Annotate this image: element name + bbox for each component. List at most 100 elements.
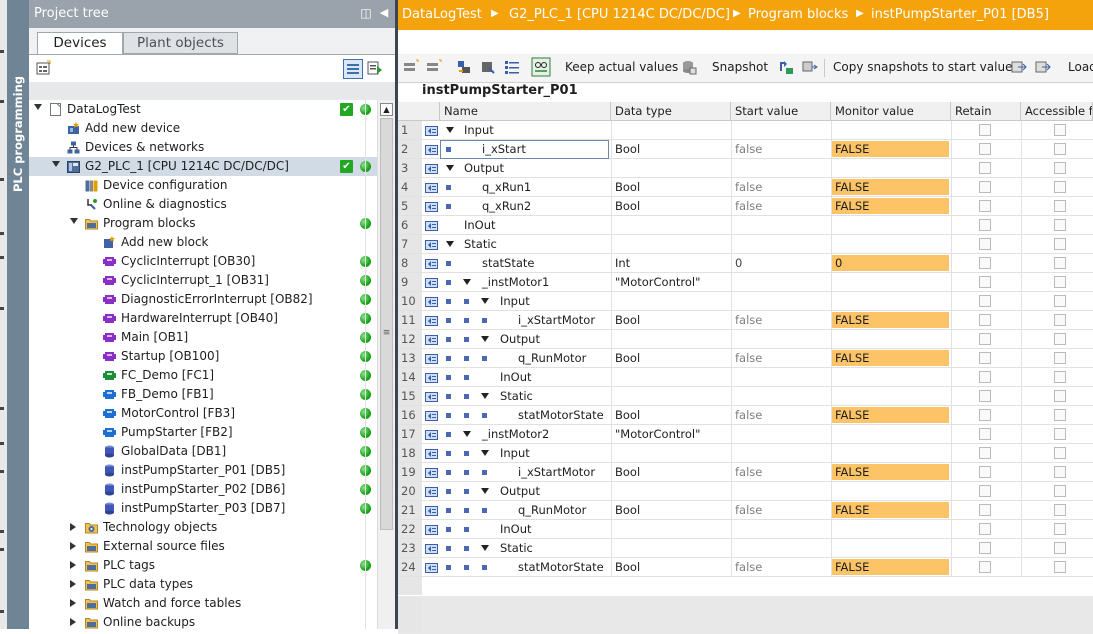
retain-checkbox[interactable] <box>979 238 991 250</box>
table-row[interactable]: 13 q_RunMotor Bool false FALSE <box>398 349 1093 368</box>
accessible-checkbox[interactable] <box>1054 200 1066 212</box>
table-row[interactable]: 21 q_RunMotor Bool false FALSE <box>398 501 1093 520</box>
tree-item[interactable]: External source files <box>29 537 377 556</box>
tree-item[interactable]: Add new block <box>29 233 377 252</box>
accessible-checkbox[interactable] <box>1054 238 1066 250</box>
expand-all-icon[interactable] <box>456 59 472 75</box>
expand-arrow-icon[interactable] <box>463 431 471 437</box>
table-row[interactable]: 9 _instMotor1 "MotorControl" <box>398 273 1093 292</box>
tree-item[interactable]: Devices & networks <box>29 138 377 157</box>
table-row[interactable]: 15 Static <box>398 387 1093 406</box>
tree-item[interactable]: Technology objects <box>29 518 377 537</box>
retain-checkbox[interactable] <box>979 162 991 174</box>
accessible-checkbox[interactable] <box>1054 561 1066 573</box>
accessible-checkbox[interactable] <box>1054 371 1066 383</box>
tree-item[interactable]: PumpStarter [FB2] <box>29 423 377 442</box>
breadcrumb-project[interactable]: DataLogTest <box>402 7 482 22</box>
monitor-all-icon[interactable] <box>531 57 551 77</box>
table-row[interactable]: 19 i_xStartMotor Bool false FALSE <box>398 463 1093 482</box>
tree-item[interactable]: DiagnosticErrorInterrupt [OB82] <box>29 290 377 309</box>
start-value-cell[interactable]: false <box>735 349 762 367</box>
param-name[interactable]: InOut <box>500 520 532 538</box>
load-start-values-icon[interactable] <box>1011 59 1027 75</box>
table-row[interactable]: 16 statMotorState Bool false FALSE <box>398 406 1093 425</box>
collapsed-arrow-icon[interactable] <box>70 599 76 607</box>
keep-actual-values-button[interactable]: Keep actual values <box>565 60 678 74</box>
scroll-up-icon[interactable]: ▲ <box>380 103 393 116</box>
tree-item[interactable]: Startup [OB100] <box>29 347 377 366</box>
tree-item[interactable]: instPumpStarter_P01 [DB5] <box>29 461 377 480</box>
insert-row-icon[interactable] <box>403 59 419 75</box>
accessible-checkbox[interactable] <box>1054 542 1066 554</box>
data-type-cell[interactable]: Bool <box>615 140 640 158</box>
expand-arrow-icon[interactable] <box>481 450 489 456</box>
start-value-cell[interactable]: false <box>735 197 762 215</box>
expand-arrow-icon[interactable] <box>446 241 454 247</box>
param-name[interactable]: statMotorState <box>518 406 604 424</box>
tree-item[interactable]: MotorControl [FB3] <box>29 404 377 423</box>
tree-scrollbar[interactable]: ▲ ≡ <box>377 100 395 629</box>
col-data-type[interactable]: Data type <box>611 102 731 120</box>
data-type-cell[interactable]: Bool <box>615 501 640 519</box>
retain-checkbox[interactable] <box>979 523 991 535</box>
collapsed-arrow-icon[interactable] <box>70 580 76 588</box>
accessible-checkbox[interactable] <box>1054 257 1066 269</box>
expand-arrow-icon[interactable] <box>52 161 60 167</box>
param-name[interactable]: i_xStartMotor <box>518 463 595 481</box>
start-value-cell[interactable]: false <box>735 501 762 519</box>
empty-row[interactable] <box>398 615 1093 634</box>
param-name[interactable]: InOut <box>500 368 532 386</box>
data-type-cell[interactable]: "MotorControl" <box>615 273 700 291</box>
col-accessible[interactable]: Accessible f... <box>1021 102 1093 120</box>
retain-checkbox[interactable] <box>979 333 991 345</box>
param-name[interactable]: Output <box>500 330 540 348</box>
table-row[interactable]: 23 Static <box>398 539 1093 558</box>
tree-item[interactable]: Main [OB1] <box>29 328 377 347</box>
col-monitor-value[interactable]: Monitor value <box>831 102 951 120</box>
collapsed-arrow-icon[interactable] <box>70 561 76 569</box>
col-name[interactable]: Name <box>440 102 611 120</box>
start-value-cell[interactable]: false <box>735 406 762 424</box>
tree-item[interactable]: CyclicInterrupt [OB30] <box>29 252 377 271</box>
data-type-cell[interactable]: Bool <box>615 197 640 215</box>
tree-item[interactable]: Online & diagnostics <box>29 195 377 214</box>
param-name[interactable]: q_xRun2 <box>482 197 531 215</box>
table-row[interactable]: 22 InOut <box>398 520 1093 539</box>
table-row[interactable]: 3 Output <box>398 159 1093 178</box>
reset-start-values-icon[interactable] <box>1035 59 1051 75</box>
data-type-cell[interactable]: Bool <box>615 349 640 367</box>
snapshot-button[interactable]: Snapshot <box>712 60 768 74</box>
expand-arrow-icon[interactable] <box>481 298 489 304</box>
param-name[interactable]: Static <box>500 387 533 405</box>
accessible-checkbox[interactable] <box>1054 333 1066 345</box>
plc-programming-label[interactable]: PLC programming <box>7 76 29 192</box>
table-row[interactable]: 24 statMotorState Bool false FALSE <box>398 558 1093 577</box>
accessible-checkbox[interactable] <box>1054 143 1066 155</box>
accessible-checkbox[interactable] <box>1054 409 1066 421</box>
tree-item[interactable]: Watch and force tables <box>29 594 377 613</box>
load-button[interactable]: Load <box>1068 60 1093 74</box>
copy-snapshots-button[interactable]: Copy snapshots to start values <box>833 60 1019 74</box>
accessible-checkbox[interactable] <box>1054 352 1066 364</box>
list-view-icon[interactable] <box>504 59 520 75</box>
table-row[interactable]: 10 Input <box>398 292 1093 311</box>
table-row[interactable]: 17 _instMotor2 "MotorControl" <box>398 425 1093 444</box>
tree-item[interactable]: DataLogTest ✔ <box>29 100 377 119</box>
retain-checkbox[interactable] <box>979 485 991 497</box>
collapsed-arrow-icon[interactable] <box>70 542 76 550</box>
scroll-thumb[interactable]: ≡ <box>380 118 393 530</box>
retain-checkbox[interactable] <box>979 466 991 478</box>
pin-icon[interactable]: ◫ <box>359 6 373 20</box>
accessible-checkbox[interactable] <box>1054 523 1066 535</box>
table-row[interactable]: 6 InOut <box>398 216 1093 235</box>
breadcrumb-block[interactable]: instPumpStarter_P01 [DB5] <box>871 7 1049 22</box>
retain-checkbox[interactable] <box>979 447 991 459</box>
retain-checkbox[interactable] <box>979 143 991 155</box>
retain-checkbox[interactable] <box>979 200 991 212</box>
param-name[interactable]: i_xStartMotor <box>518 311 595 329</box>
start-value-cell[interactable]: false <box>735 311 762 329</box>
retain-checkbox[interactable] <box>979 352 991 364</box>
accessible-checkbox[interactable] <box>1054 390 1066 402</box>
param-name[interactable]: Static <box>464 235 497 253</box>
param-name[interactable]: q_RunMotor <box>518 349 586 367</box>
